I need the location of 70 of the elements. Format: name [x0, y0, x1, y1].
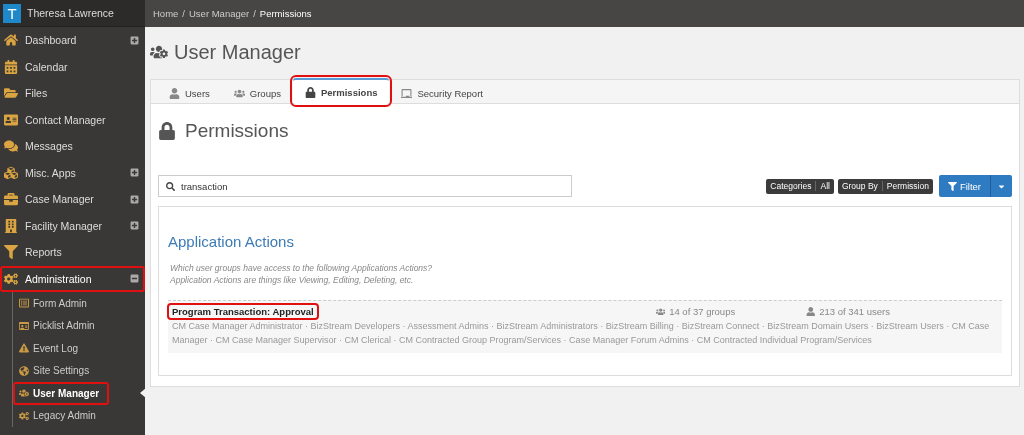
category-title: Application Actions — [168, 233, 295, 250]
tab[interactable]: Users — [157, 82, 222, 104]
user-name: Theresa Lawrence — [27, 7, 114, 19]
search-field[interactable]: transaction — [158, 175, 572, 197]
breadcrumb-separator: / — [253, 8, 256, 19]
sidebar-subitem[interactable]: Picklist Admin — [13, 314, 145, 337]
chat-bubbles-icon — [3, 139, 19, 154]
sidebar-item[interactable]: Files — [0, 80, 145, 107]
sidebar-item[interactable]: Administration — [0, 265, 145, 292]
search-icon — [166, 181, 175, 191]
users-gear-icon — [150, 43, 168, 61]
house-icon — [3, 33, 19, 48]
filter-button[interactable]: Filter — [938, 175, 1012, 197]
sidebar-subitem[interactable]: Site Settings — [13, 359, 145, 382]
users-gear-icon — [19, 388, 29, 399]
briefcase-icon — [3, 192, 19, 207]
section-title: Permissions — [185, 120, 289, 142]
tab[interactable]: Groups — [221, 82, 293, 104]
sidebar-item[interactable]: Dashboard — [0, 27, 145, 54]
page-title: User Manager — [174, 40, 301, 64]
building-icon — [3, 218, 19, 233]
sidebar-item[interactable]: Reports — [0, 239, 145, 266]
globe-icon — [19, 365, 29, 376]
breadcrumb-link[interactable]: User Manager — [189, 8, 250, 19]
warning-icon — [19, 343, 29, 354]
sidebar-subitem[interactable]: Form Admin — [13, 292, 145, 315]
sidebar-item[interactable]: Contact Manager — [0, 106, 145, 133]
category-description: Which user groups have access to the following Applications Actions? — [169, 263, 434, 273]
expand-icon[interactable] — [130, 35, 139, 45]
lock-icon — [304, 86, 316, 98]
filter-tag[interactable]: Categories All — [766, 178, 834, 194]
sidebar-subitem[interactable]: Event Log — [13, 337, 145, 360]
tab[interactable]: Security Report — [389, 82, 495, 104]
users-icon — [655, 306, 666, 317]
cubes-icon — [3, 165, 19, 180]
presentation-icon — [401, 87, 413, 99]
sidebar-item[interactable]: Misc. Apps — [0, 159, 145, 186]
lock-icon — [158, 122, 176, 140]
user-icon — [169, 87, 180, 99]
funnel-icon — [3, 245, 19, 260]
permission-name: Program Transaction: Approval — [168, 304, 318, 319]
id-card-icon — [19, 320, 29, 331]
sidebar-subitem[interactable]: Legacy Admin — [13, 404, 145, 427]
contact-card-icon — [3, 112, 19, 127]
sidebar-item[interactable]: Calendar — [0, 53, 145, 80]
groups-count: 14 of 37 groups — [655, 306, 806, 317]
group-list: CM Case Manager Administrator · BizStream Developers · Assessment Admins · BizStream Administrators · BizStream Billing · BizStream Connect · BizStream Domain Users · BizStream Users · CM Case Manager · CM Case Manager Supervisor · CM Clerical · CM Contracted Group Program/Services · Case Manager Forum Admins · CM Contracted Individual Program/Services — [172, 319, 998, 347]
gears-icon — [3, 271, 19, 286]
category-description: Application Actions are things like Viewing, Editing, Deleting, etc. — [169, 275, 415, 285]
sidebar-item[interactable]: Facility Manager — [0, 212, 145, 239]
sidebar-subitem[interactable]: User Manager — [13, 382, 109, 405]
users-count: 213 of 341 users — [805, 306, 956, 317]
funnel-icon — [947, 181, 957, 191]
sidebar-item[interactable]: Case Manager — [0, 186, 145, 213]
expand-icon[interactable] — [130, 168, 139, 178]
form-icon — [19, 298, 29, 309]
users-icon — [233, 87, 245, 99]
tab[interactable]: Permissions — [292, 78, 390, 104]
sidebar-item[interactable]: Messages — [0, 133, 145, 160]
filter-tag[interactable]: Group By Permission — [837, 178, 933, 194]
gears-icon — [19, 410, 29, 421]
expand-icon[interactable] — [130, 194, 139, 204]
breadcrumb-separator: / — [182, 8, 185, 19]
breadcrumb-link[interactable]: Home — [153, 8, 179, 19]
user-avatar: T — [3, 3, 21, 23]
folder-icon — [3, 86, 19, 101]
user-icon — [805, 306, 816, 317]
calendar-icon — [3, 59, 19, 74]
expand-icon[interactable] — [130, 221, 139, 231]
collapse-icon[interactable] — [130, 274, 139, 284]
